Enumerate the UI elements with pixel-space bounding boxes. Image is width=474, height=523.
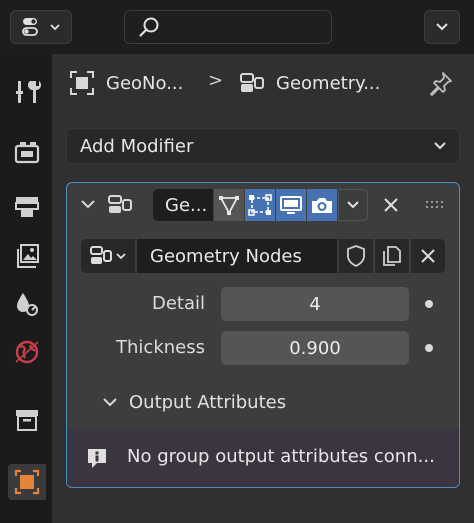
drag-handle[interactable] (421, 191, 451, 219)
tab-tool[interactable] (8, 74, 46, 110)
tab-view-layer[interactable] (8, 238, 46, 274)
add-modifier-dropdown[interactable]: Add Modifier (66, 128, 460, 164)
tab-render[interactable] (8, 134, 46, 170)
search-icon (139, 17, 159, 37)
info-message-box: No group output attributes conn... (67, 429, 459, 487)
output-attributes-label: Output Attributes (129, 391, 287, 413)
geometry-nodes-icon (240, 73, 264, 92)
keyframe-dot-icon[interactable] (425, 344, 433, 352)
tab-scene[interactable] (8, 286, 46, 322)
node-group-name-field[interactable]: Geometry Nodes (137, 239, 337, 273)
editor-header (0, 0, 474, 54)
object-square-icon (70, 71, 94, 95)
modifier-extras-dropdown[interactable] (338, 189, 368, 221)
wrench-screwdriver-icon (16, 81, 42, 103)
collapse-toggle[interactable] (77, 193, 99, 215)
on-cage-icon (248, 194, 272, 216)
detail-number-field[interactable]: 4 (221, 287, 409, 321)
pin-icon (430, 72, 452, 96)
tab-world[interactable] (8, 334, 46, 370)
chevron-down-icon (347, 201, 359, 209)
properties-editor-icon (22, 18, 38, 36)
tab-collection[interactable] (8, 402, 46, 438)
printer-icon (15, 197, 39, 217)
chevron-down-icon (50, 24, 60, 31)
monitor-icon (280, 196, 302, 214)
object-square-icon (14, 469, 40, 495)
editor-type-button[interactable] (10, 10, 72, 44)
info-message-text: No group output attributes conn... (127, 446, 435, 467)
chevron-down-icon (436, 23, 448, 31)
shield-icon (347, 245, 365, 268)
header-menu-button[interactable] (424, 10, 460, 44)
remove-modifier-button[interactable] (377, 191, 405, 219)
collection-box-icon (16, 410, 38, 431)
viewport-toggle[interactable] (276, 189, 306, 221)
world-icon (15, 340, 39, 364)
node-group-selector: Geometry Nodes (81, 239, 445, 273)
fake-user-button[interactable] (339, 239, 373, 273)
thickness-number-field[interactable]: 0.900 (221, 331, 409, 365)
properties-main: GeoNo... > Geometry... Add Modifier Ge..… (52, 54, 474, 523)
duplicate-icon (383, 246, 401, 266)
node-group-browse-button[interactable] (81, 239, 135, 273)
modifier-panel: Ge... Geometry Nodes Detail 4 Thickness … (66, 182, 460, 488)
chevron-down-icon (81, 200, 95, 209)
breadcrumb-separator: > (208, 70, 224, 91)
keyframe-dot-icon[interactable] (425, 300, 433, 308)
close-icon (384, 198, 398, 212)
breadcrumb-object-label: GeoNo... (106, 72, 184, 94)
geometry-nodes-icon (90, 246, 112, 264)
duplicate-node-group-button[interactable] (375, 239, 409, 273)
search-input[interactable] (124, 10, 332, 44)
property-row-thickness: Thickness 0.900 (67, 331, 459, 365)
add-modifier-label: Add Modifier (80, 135, 194, 157)
info-icon (88, 449, 106, 468)
edit-mode-toggle[interactable] (214, 189, 244, 221)
tab-output[interactable] (8, 188, 46, 224)
breadcrumb-modifier-label: Geometry... (276, 72, 381, 94)
close-icon (421, 249, 435, 263)
modifier-name-field[interactable]: Ge... (153, 189, 213, 221)
tab-object[interactable] (8, 464, 46, 500)
breadcrumb-object[interactable]: GeoNo... (68, 68, 183, 98)
chevron-down-icon (103, 398, 117, 407)
output-attributes-subpanel-header[interactable]: Output Attributes (101, 387, 286, 417)
geometry-nodes-icon (108, 195, 132, 213)
pin-button[interactable] (426, 68, 456, 98)
drag-handle-icon (426, 201, 443, 208)
property-label: Detail (151, 293, 205, 314)
camera-icon (312, 198, 332, 213)
breadcrumb-modifier[interactable]: Geometry... (238, 68, 380, 98)
chevron-down-icon (434, 142, 446, 150)
on-cage-toggle[interactable] (245, 189, 275, 221)
edit-mode-icon (219, 196, 239, 215)
image-stack-icon (17, 244, 39, 268)
scene-icon (17, 293, 38, 316)
property-label: Thickness (116, 337, 205, 358)
render-camera-icon (14, 142, 40, 164)
render-toggle[interactable] (307, 189, 337, 221)
property-row-detail: Detail 4 (67, 287, 459, 321)
modifier-header: Ge... (67, 183, 459, 227)
breadcrumb: GeoNo... > Geometry... (52, 54, 474, 110)
properties-tabs (0, 54, 52, 523)
unlink-node-group-button[interactable] (411, 239, 445, 273)
modifier-type-icon (105, 191, 135, 219)
chevron-down-icon (116, 253, 126, 260)
